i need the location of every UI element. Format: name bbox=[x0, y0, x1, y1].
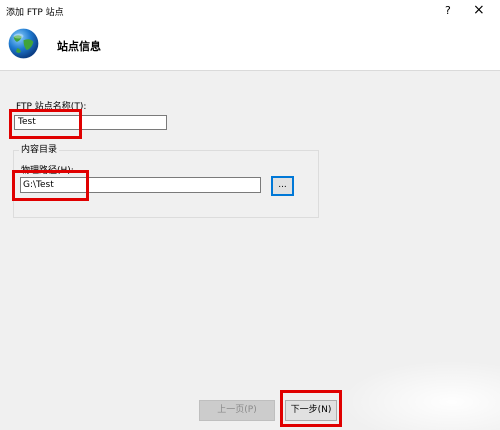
help-button[interactable]: ? bbox=[445, 4, 451, 17]
content-directory-legend: 内容目录 bbox=[19, 142, 60, 155]
previous-button[interactable]: 上一页(P) bbox=[199, 400, 275, 421]
title-bar: 添加 FTP 站点 ? × bbox=[0, 0, 500, 23]
window-title: 添加 FTP 站点 bbox=[6, 8, 64, 18]
wizard-header: 站点信息 bbox=[0, 22, 500, 71]
annotation-box bbox=[12, 170, 89, 201]
annotation-box bbox=[9, 109, 82, 139]
close-button[interactable]: × bbox=[473, 2, 485, 18]
background-glow bbox=[340, 360, 500, 430]
page-title: 站点信息 bbox=[57, 40, 101, 53]
annotation-box bbox=[280, 390, 342, 427]
globe-icon bbox=[8, 28, 39, 59]
browse-button[interactable]: ... bbox=[271, 176, 294, 196]
